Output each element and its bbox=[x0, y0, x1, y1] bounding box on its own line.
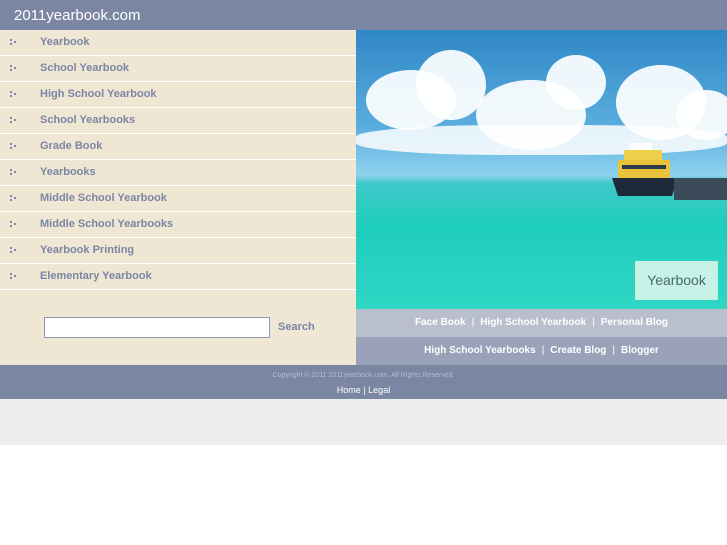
sidebar-item-label[interactable]: Grade Book bbox=[40, 140, 102, 152]
link-high-school-yearbook[interactable]: High School Yearbook bbox=[480, 317, 586, 328]
sidebar-item-yearbook[interactable]: Yearbook bbox=[0, 30, 356, 56]
link-blogger[interactable]: Blogger bbox=[621, 345, 659, 356]
footer-links: Home | Legal bbox=[0, 385, 727, 395]
sidebar-item-middle-school-yearbooks[interactable]: Middle School Yearbooks bbox=[0, 212, 356, 238]
boat-icon bbox=[612, 143, 678, 196]
search-button[interactable]: Search bbox=[278, 321, 315, 333]
sidebar-item-grade-book[interactable]: Grade Book bbox=[0, 134, 356, 160]
sidebar-item-label[interactable]: Middle School Yearbooks bbox=[40, 218, 173, 230]
bullet-icon bbox=[10, 273, 18, 281]
sidebar-item-label[interactable]: Elementary Yearbook bbox=[40, 270, 152, 282]
sidebar-item-label[interactable]: High School Yearbook bbox=[40, 88, 157, 100]
link-separator: | bbox=[471, 317, 475, 328]
sidebar-item-school-yearbook[interactable]: School Yearbook bbox=[0, 56, 356, 82]
link-high-school-yearbooks[interactable]: High School Yearbooks bbox=[424, 345, 536, 356]
pier bbox=[674, 178, 727, 200]
link-separator: | bbox=[612, 345, 616, 356]
sidebar-item-label[interactable]: Yearbook Printing bbox=[40, 244, 134, 256]
site-title[interactable]: 2011yearbook.com bbox=[14, 7, 140, 24]
footer-separator: | bbox=[363, 385, 366, 395]
sidebar-item-yearbooks[interactable]: Yearbooks bbox=[0, 160, 356, 186]
sidebar-item-yearbook-printing[interactable]: Yearbook Printing bbox=[0, 238, 356, 264]
bullet-icon bbox=[10, 65, 18, 73]
sidebar-item-school-yearbooks[interactable]: School Yearbooks bbox=[0, 108, 356, 134]
sidebar-item-high-school-yearbook[interactable]: High School Yearbook bbox=[0, 82, 356, 108]
photo-caption[interactable]: Yearbook bbox=[635, 261, 718, 300]
bullet-icon bbox=[10, 195, 18, 203]
search-input[interactable] bbox=[44, 317, 270, 338]
footer: Copyright © 2011 2011yearbook.com. All R… bbox=[0, 365, 727, 399]
sidebar-item-label[interactable]: Yearbook bbox=[40, 36, 90, 48]
footer-home-link[interactable]: Home bbox=[337, 385, 361, 395]
sidebar-item-middle-school-yearbook[interactable]: Middle School Yearbook bbox=[0, 186, 356, 212]
sidebar-item-label[interactable]: School Yearbooks bbox=[40, 114, 135, 126]
bullet-icon bbox=[10, 39, 18, 47]
link-face-book[interactable]: Face Book bbox=[415, 317, 466, 328]
bullet-icon bbox=[10, 117, 18, 125]
sidebar: Yearbook School Yearbook High School Yea… bbox=[0, 30, 356, 365]
bullet-icon bbox=[10, 169, 18, 177]
bullet-icon bbox=[10, 247, 18, 255]
links-row-1: Face Book | High School Yearbook | Personal … bbox=[356, 309, 727, 337]
link-create-blog[interactable]: Create Blog bbox=[550, 345, 606, 356]
site-header: 2011yearbook.com bbox=[0, 0, 727, 30]
footer-legal-link[interactable]: Legal bbox=[368, 385, 390, 395]
link-separator: | bbox=[592, 317, 595, 328]
sidebar-item-elementary-yearbook[interactable]: Elementary Yearbook bbox=[0, 264, 356, 290]
sidebar-item-label[interactable]: School Yearbook bbox=[40, 62, 129, 74]
bullet-icon bbox=[10, 221, 18, 229]
sidebar-nav: Yearbook School Yearbook High School Yea… bbox=[0, 30, 356, 290]
bottom-band bbox=[0, 399, 727, 445]
sidebar-item-label[interactable]: Middle School Yearbook bbox=[40, 192, 167, 204]
sidebar-item-label[interactable]: Yearbooks bbox=[40, 166, 96, 178]
link-personal-blog[interactable]: Personal Blog bbox=[601, 317, 668, 328]
link-separator: | bbox=[541, 345, 545, 356]
links-row-2: High School Yearbooks | Create Blog | Blogge… bbox=[356, 337, 727, 365]
bullet-icon bbox=[10, 143, 18, 151]
hero-photo: Yearbook bbox=[356, 30, 727, 309]
bullet-icon bbox=[10, 91, 18, 99]
copyright-text: Copyright © 2011 2011yearbook.com. All R… bbox=[272, 372, 455, 379]
